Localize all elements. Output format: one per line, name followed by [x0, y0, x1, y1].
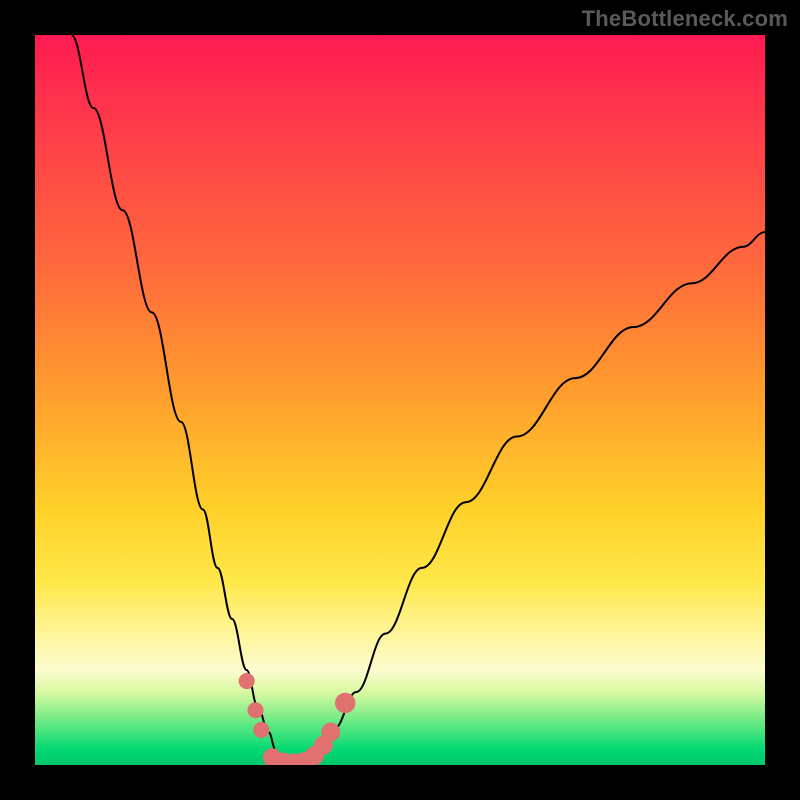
plot-area: [35, 35, 765, 765]
watermark-text: TheBottleneck.com: [582, 6, 788, 32]
right-curve: [309, 232, 765, 765]
data-marker: [247, 702, 263, 718]
chart-frame: TheBottleneck.com: [0, 0, 800, 800]
marker-group: [239, 673, 356, 765]
data-marker: [335, 693, 355, 713]
curve-layer: [35, 35, 765, 765]
data-marker: [321, 723, 340, 742]
data-marker: [253, 722, 269, 738]
left-curve: [72, 35, 287, 765]
data-marker: [239, 673, 255, 689]
